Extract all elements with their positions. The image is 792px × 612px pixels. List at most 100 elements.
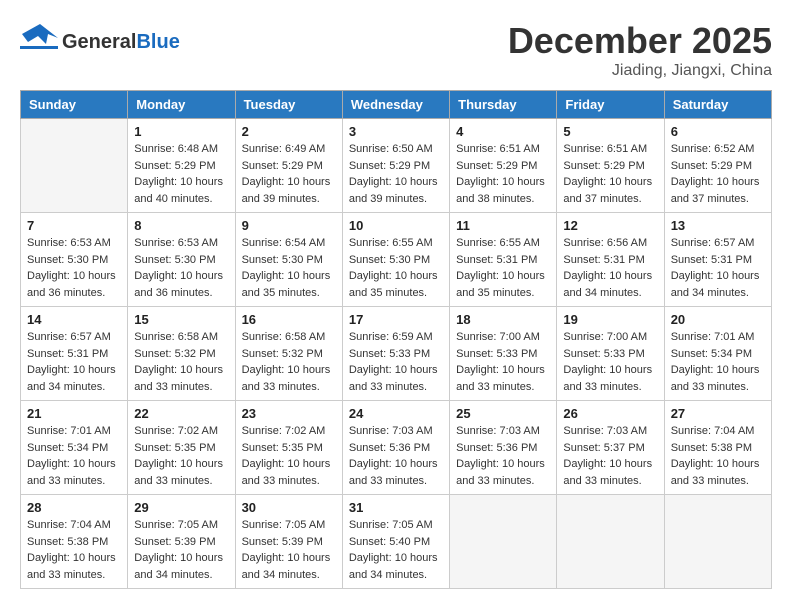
weekday-header-saturday: Saturday [664,91,771,119]
calendar-day: 5 Sunrise: 6:51 AM Sunset: 5:29 PM Dayli… [557,119,664,213]
day-number: 10 [349,218,443,233]
calendar-table: SundayMondayTuesdayWednesdayThursdayFrid… [20,90,772,589]
day-info: Sunrise: 7:00 AM Sunset: 5:33 PM Dayligh… [563,329,657,395]
calendar-day: 15 Sunrise: 6:58 AM Sunset: 5:32 PM Dayl… [128,307,235,401]
day-info: Sunrise: 6:58 AM Sunset: 5:32 PM Dayligh… [134,329,228,395]
day-number: 20 [671,312,765,327]
month-title: December 2025 [508,20,772,62]
weekday-header-monday: Monday [128,91,235,119]
day-info: Sunrise: 7:05 AM Sunset: 5:39 PM Dayligh… [242,517,336,583]
weekday-header-wednesday: Wednesday [342,91,449,119]
day-number: 15 [134,312,228,327]
calendar-week-5: 28 Sunrise: 7:04 AM Sunset: 5:38 PM Dayl… [21,495,772,589]
weekday-header-thursday: Thursday [450,91,557,119]
day-info: Sunrise: 7:01 AM Sunset: 5:34 PM Dayligh… [671,329,765,395]
calendar-day: 10 Sunrise: 6:55 AM Sunset: 5:30 PM Dayl… [342,213,449,307]
day-info: Sunrise: 7:03 AM Sunset: 5:36 PM Dayligh… [456,423,550,489]
day-number: 8 [134,218,228,233]
day-number: 29 [134,500,228,515]
calendar-day: 11 Sunrise: 6:55 AM Sunset: 5:31 PM Dayl… [450,213,557,307]
day-info: Sunrise: 6:51 AM Sunset: 5:29 PM Dayligh… [456,141,550,207]
day-number: 14 [27,312,121,327]
day-info: Sunrise: 6:49 AM Sunset: 5:29 PM Dayligh… [242,141,336,207]
calendar-day: 21 Sunrise: 7:01 AM Sunset: 5:34 PM Dayl… [21,401,128,495]
day-number: 31 [349,500,443,515]
day-info: Sunrise: 6:57 AM Sunset: 5:31 PM Dayligh… [27,329,121,395]
day-number: 25 [456,406,550,421]
calendar-day: 22 Sunrise: 7:02 AM Sunset: 5:35 PM Dayl… [128,401,235,495]
day-number: 28 [27,500,121,515]
day-number: 6 [671,124,765,139]
weekday-header-friday: Friday [557,91,664,119]
calendar-week-4: 21 Sunrise: 7:01 AM Sunset: 5:34 PM Dayl… [21,401,772,495]
calendar-day: 12 Sunrise: 6:56 AM Sunset: 5:31 PM Dayl… [557,213,664,307]
day-number: 5 [563,124,657,139]
calendar-day: 18 Sunrise: 7:00 AM Sunset: 5:33 PM Dayl… [450,307,557,401]
day-number: 2 [242,124,336,139]
day-number: 7 [27,218,121,233]
day-number: 3 [349,124,443,139]
calendar-day: 1 Sunrise: 6:48 AM Sunset: 5:29 PM Dayli… [128,119,235,213]
calendar-day: 26 Sunrise: 7:03 AM Sunset: 5:37 PM Dayl… [557,401,664,495]
day-number: 12 [563,218,657,233]
day-number: 11 [456,218,550,233]
calendar-day: 4 Sunrise: 6:51 AM Sunset: 5:29 PM Dayli… [450,119,557,213]
calendar-day: 6 Sunrise: 6:52 AM Sunset: 5:29 PM Dayli… [664,119,771,213]
calendar-day: 16 Sunrise: 6:58 AM Sunset: 5:32 PM Dayl… [235,307,342,401]
weekday-header-tuesday: Tuesday [235,91,342,119]
calendar-week-2: 7 Sunrise: 6:53 AM Sunset: 5:30 PM Dayli… [21,213,772,307]
logo: GeneralBlue [20,20,180,63]
day-info: Sunrise: 7:04 AM Sunset: 5:38 PM Dayligh… [671,423,765,489]
calendar-day: 7 Sunrise: 6:53 AM Sunset: 5:30 PM Dayli… [21,213,128,307]
day-number: 21 [27,406,121,421]
day-number: 17 [349,312,443,327]
calendar-day: 14 Sunrise: 6:57 AM Sunset: 5:31 PM Dayl… [21,307,128,401]
calendar-day: 20 Sunrise: 7:01 AM Sunset: 5:34 PM Dayl… [664,307,771,401]
calendar-day: 27 Sunrise: 7:04 AM Sunset: 5:38 PM Dayl… [664,401,771,495]
calendar-day: 8 Sunrise: 6:53 AM Sunset: 5:30 PM Dayli… [128,213,235,307]
day-number: 1 [134,124,228,139]
logo-text: GeneralBlue [62,31,180,53]
day-number: 9 [242,218,336,233]
calendar-day [450,495,557,589]
day-number: 24 [349,406,443,421]
day-info: Sunrise: 6:54 AM Sunset: 5:30 PM Dayligh… [242,235,336,301]
day-info: Sunrise: 7:01 AM Sunset: 5:34 PM Dayligh… [27,423,121,489]
calendar-day: 28 Sunrise: 7:04 AM Sunset: 5:38 PM Dayl… [21,495,128,589]
calendar-day: 2 Sunrise: 6:49 AM Sunset: 5:29 PM Dayli… [235,119,342,213]
title-block: December 2025 Jiading, Jiangxi, China [508,20,772,80]
location: Jiading, Jiangxi, China [508,62,772,80]
day-info: Sunrise: 7:02 AM Sunset: 5:35 PM Dayligh… [134,423,228,489]
calendar-day: 19 Sunrise: 7:00 AM Sunset: 5:33 PM Dayl… [557,307,664,401]
calendar-day: 3 Sunrise: 6:50 AM Sunset: 5:29 PM Dayli… [342,119,449,213]
weekday-header-row: SundayMondayTuesdayWednesdayThursdayFrid… [21,91,772,119]
day-info: Sunrise: 6:57 AM Sunset: 5:31 PM Dayligh… [671,235,765,301]
day-number: 30 [242,500,336,515]
day-number: 18 [456,312,550,327]
day-number: 4 [456,124,550,139]
weekday-header-sunday: Sunday [21,91,128,119]
day-number: 19 [563,312,657,327]
day-number: 22 [134,406,228,421]
day-info: Sunrise: 7:03 AM Sunset: 5:36 PM Dayligh… [349,423,443,489]
day-info: Sunrise: 7:03 AM Sunset: 5:37 PM Dayligh… [563,423,657,489]
calendar-day: 30 Sunrise: 7:05 AM Sunset: 5:39 PM Dayl… [235,495,342,589]
day-info: Sunrise: 6:55 AM Sunset: 5:30 PM Dayligh… [349,235,443,301]
day-info: Sunrise: 6:59 AM Sunset: 5:33 PM Dayligh… [349,329,443,395]
calendar-day: 9 Sunrise: 6:54 AM Sunset: 5:30 PM Dayli… [235,213,342,307]
day-info: Sunrise: 6:50 AM Sunset: 5:29 PM Dayligh… [349,141,443,207]
day-info: Sunrise: 6:56 AM Sunset: 5:31 PM Dayligh… [563,235,657,301]
calendar-day: 13 Sunrise: 6:57 AM Sunset: 5:31 PM Dayl… [664,213,771,307]
day-info: Sunrise: 6:48 AM Sunset: 5:29 PM Dayligh… [134,141,228,207]
calendar-day: 29 Sunrise: 7:05 AM Sunset: 5:39 PM Dayl… [128,495,235,589]
day-number: 23 [242,406,336,421]
calendar-week-3: 14 Sunrise: 6:57 AM Sunset: 5:31 PM Dayl… [21,307,772,401]
calendar-day: 24 Sunrise: 7:03 AM Sunset: 5:36 PM Dayl… [342,401,449,495]
calendar-day: 23 Sunrise: 7:02 AM Sunset: 5:35 PM Dayl… [235,401,342,495]
calendar-day [664,495,771,589]
calendar-day: 31 Sunrise: 7:05 AM Sunset: 5:40 PM Dayl… [342,495,449,589]
day-number: 26 [563,406,657,421]
day-number: 13 [671,218,765,233]
day-info: Sunrise: 6:52 AM Sunset: 5:29 PM Dayligh… [671,141,765,207]
day-info: Sunrise: 7:05 AM Sunset: 5:40 PM Dayligh… [349,517,443,583]
